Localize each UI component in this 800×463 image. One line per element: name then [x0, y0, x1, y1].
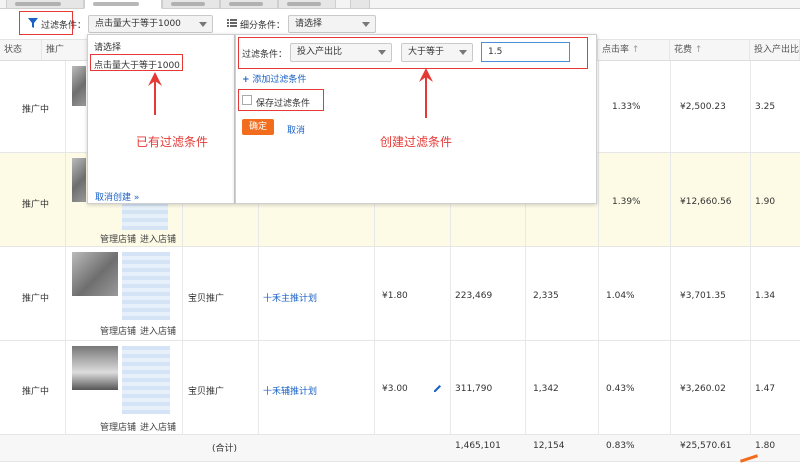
sub-filter-select-value: 请选择: [295, 19, 323, 29]
col-header-cost-label: 花费: [674, 45, 693, 55]
tab-3[interactable]: [162, 0, 220, 9]
row-status: 推广中: [22, 387, 50, 397]
add-condition-label: 添加过滤条件: [252, 75, 307, 85]
chevron-down-icon: [362, 22, 370, 27]
row-status: 推广中: [22, 294, 50, 304]
save-filter-label: 保存过滤条件: [256, 99, 311, 109]
field-select-value: 投入产出比: [297, 47, 343, 57]
enter-shop-link[interactable]: 进入店铺: [140, 420, 176, 433]
product-thumbnail: [72, 158, 86, 202]
chevron-down-icon: [199, 22, 207, 27]
col-divider: [670, 61, 671, 435]
tab-4[interactable]: [220, 0, 278, 9]
filter-icon: [28, 18, 38, 28]
total-impressions: 1,465,101: [455, 441, 501, 451]
tab-2-active[interactable]: [84, 0, 162, 9]
sort-arrow-icon: ↑: [631, 45, 640, 55]
row-bid: ¥3.00: [382, 384, 408, 394]
annotation-existing: 已有过滤条件: [136, 135, 209, 149]
total-label: (合计): [212, 444, 238, 454]
annotation-create: 创建过滤条件: [380, 135, 453, 149]
row-impressions: 311,790: [455, 384, 493, 394]
product-thumbnail: [72, 346, 118, 390]
dropdown-placeholder-option[interactable]: 请选择: [94, 40, 121, 53]
row-ctr: 1.33%: [612, 102, 641, 112]
total-cost: ¥25,570.61: [680, 441, 732, 451]
sub-filter-select[interactable]: 请选择: [288, 15, 376, 33]
filter-label: 过滤条件：: [41, 21, 87, 31]
sub-filter-label: 细分条件：: [240, 21, 286, 31]
row-status: 推广中: [22, 200, 50, 210]
create-filter-label: 过滤条件：: [242, 50, 288, 60]
col-header-ctr-label: 点击率: [602, 45, 630, 55]
row-roi: 1.34: [755, 291, 776, 301]
row-type: 宝贝推广: [188, 387, 225, 397]
tab-1[interactable]: [6, 0, 84, 9]
row-roi: 3.25: [755, 102, 776, 112]
row-clicks: 1,342: [533, 384, 559, 394]
col-divider: [65, 61, 66, 435]
annotation-arrow: [425, 76, 427, 118]
row-cost: ¥12,660.56: [680, 197, 732, 207]
row-cost: ¥3,260.02: [680, 384, 726, 394]
saved-filter-option[interactable]: 点击量大于等于1000: [94, 58, 180, 71]
row-ctr: 1.04%: [606, 291, 635, 301]
value-input-text: 1.5: [488, 47, 503, 57]
total-clicks: 12,154: [533, 441, 565, 451]
col-divider: [750, 61, 751, 435]
row-roi: 1.90: [755, 197, 776, 207]
col-header-cost[interactable]: 花费 ↑: [670, 40, 750, 61]
list-icon: [227, 19, 237, 27]
row-ctr: 1.39%: [612, 197, 641, 207]
sort-arrow-icon: ↑: [694, 45, 703, 55]
manage-shop-link[interactable]: 管理店铺: [100, 420, 136, 433]
confirm-button[interactable]: 确定: [242, 119, 274, 135]
product-thumbnail: [72, 66, 86, 106]
row-impressions: 223,469: [455, 291, 493, 301]
row-plan-link[interactable]: 十禾辅推计划: [263, 384, 317, 397]
row-status: 推广中: [22, 105, 50, 115]
row-ctr: 0.43%: [606, 384, 635, 394]
row-plan-link[interactable]: 十禾主推计划: [263, 291, 317, 304]
row-clicks: 2,335: [533, 291, 559, 301]
row-type: 宝贝推广: [188, 294, 225, 304]
tab-6[interactable]: [350, 0, 370, 9]
col-header-status: 状态: [0, 40, 42, 61]
operator-select[interactable]: 大于等于: [401, 43, 473, 62]
filter-select-value: 点击量大于等于1000: [95, 19, 181, 29]
tab-5[interactable]: [278, 0, 336, 9]
chevron-down-icon: [378, 50, 386, 55]
blurred-product-title: [122, 252, 170, 320]
arrow-up-icon: [148, 72, 162, 86]
cancel-create-link[interactable]: 取消创建 »: [95, 190, 139, 203]
col-header-ctr[interactable]: 点击率 ↑: [598, 40, 670, 61]
operator-select-value: 大于等于: [408, 47, 445, 57]
cancel-button[interactable]: 取消: [287, 123, 305, 136]
row-bid: ¥1.80: [382, 291, 408, 301]
edit-icon[interactable]: [433, 384, 442, 393]
arrow-up-icon: [419, 68, 433, 82]
manage-shop-link[interactable]: 管理店铺: [100, 232, 136, 245]
filter-select[interactable]: 点击量大于等于1000: [88, 15, 213, 33]
field-select[interactable]: 投入产出比: [290, 43, 392, 62]
enter-shop-link[interactable]: 进入店铺: [140, 232, 176, 245]
row-roi: 1.47: [755, 384, 776, 394]
row-cost: ¥2,500.23: [680, 102, 726, 112]
manage-shop-link[interactable]: 管理店铺: [100, 324, 136, 337]
row-cost: ¥3,701.35: [680, 291, 726, 301]
chevron-down-icon: [459, 50, 467, 55]
enter-shop-link[interactable]: 进入店铺: [140, 324, 176, 337]
save-filter-checkbox[interactable]: [242, 95, 252, 105]
col-header-roi[interactable]: 投入产出比: [750, 40, 800, 61]
add-condition-link[interactable]: + 添加过滤条件: [242, 72, 306, 85]
plus-icon: +: [242, 75, 250, 85]
total-roi: 1.80: [755, 441, 776, 451]
blurred-product-title: [122, 346, 170, 414]
product-thumbnail: [72, 252, 118, 296]
col-header-promo: 推广: [42, 40, 88, 61]
total-ctr: 0.83%: [606, 441, 635, 451]
col-divider: [598, 61, 599, 435]
value-input[interactable]: 1.5: [481, 42, 570, 62]
